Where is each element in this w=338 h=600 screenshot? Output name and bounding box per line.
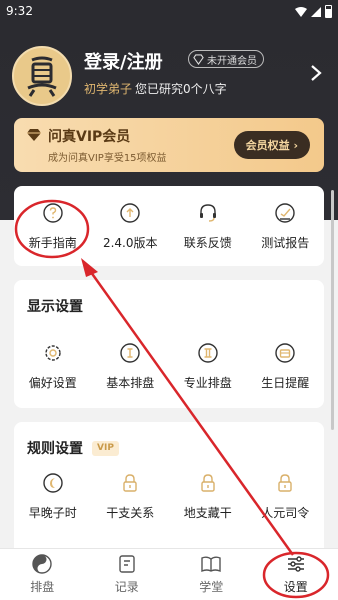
setting-birthday-reminder[interactable]: 生日提醒 <box>247 342 325 391</box>
vip-tag: VIP <box>92 441 119 456</box>
rule-label: 地支藏干 <box>183 506 232 520</box>
setting-label: 基本排盘 <box>106 376 155 390</box>
member-benefits-button[interactable]: 会员权益 › <box>233 131 310 159</box>
quick-link-label: 新手指南 <box>28 236 77 250</box>
avatar[interactable] <box>12 46 72 106</box>
vip-membership-card[interactable]: 问真VIP会员 成为问真VIP享受15项权益 会员权益 › <box>14 118 324 172</box>
tab-label: 记录 <box>114 580 139 594</box>
tab-settings[interactable]: 设置 <box>254 549 338 600</box>
gift-card-icon <box>275 343 295 363</box>
login-register-title[interactable]: 登录/注册 <box>84 48 163 74</box>
lock-icon <box>278 474 292 492</box>
question-circle-icon <box>43 203 63 223</box>
rule-label: 早晚子时 <box>28 506 77 520</box>
vip-diamond-icon <box>27 129 41 141</box>
study-count-text: 您已研究0个八字 <box>135 82 227 96</box>
display-settings-card: 显示设置 偏好设置 基本排盘 专业排盘 生日提醒 <box>14 280 324 408</box>
status-bar: 9:32 <box>0 0 338 24</box>
quick-links-grid: 新手指南 2.4.0版本 联系反馈 测试报告 <box>14 202 324 251</box>
rule-ganzhi-relations[interactable]: 干支关系 <box>92 472 170 521</box>
logo-zhen-icon <box>27 56 57 97</box>
moon-icon <box>43 473 63 493</box>
status-icons <box>295 5 332 18</box>
sliders-icon <box>287 556 304 572</box>
roman-two-icon <box>198 343 218 363</box>
quick-link-label: 测试报告 <box>261 236 310 250</box>
quick-link-version[interactable]: 2.4.0版本 <box>92 202 170 251</box>
user-level: 初学弟子 您已研究0个八字 <box>84 80 227 97</box>
level-name: 初学弟子 <box>84 82 133 96</box>
headset-icon <box>199 204 216 222</box>
lock-icon <box>123 474 137 492</box>
scrollbar-thumb[interactable] <box>331 190 334 430</box>
quick-link-guide[interactable]: 新手指南 <box>14 202 92 251</box>
notes-icon <box>119 555 135 573</box>
quick-link-label: 联系反馈 <box>183 236 232 250</box>
vip-card-title: 问真VIP会员 <box>48 129 131 145</box>
display-settings-title: 显示设置 <box>27 299 83 315</box>
book-icon <box>201 556 221 573</box>
tab-label: 学堂 <box>199 580 224 594</box>
rule-label: 人元司令 <box>261 506 310 520</box>
rule-early-late-zi[interactable]: 早晚子时 <box>14 472 92 521</box>
rule-hidden-stems[interactable]: 地支藏干 <box>169 472 247 521</box>
roman-one-icon <box>120 343 140 363</box>
tab-paipan[interactable]: 排盘 <box>0 549 85 600</box>
rule-settings-card: 规则设置 VIP 早晚子时 干支关系 地支藏干 人元司令 <box>14 422 324 562</box>
quick-link-test-report[interactable]: 测试报告 <box>247 202 325 251</box>
yin-yang-icon <box>32 554 52 574</box>
vip-status-text: 未开通会员 <box>207 55 257 67</box>
setting-label: 专业排盘 <box>183 376 232 390</box>
diamond-icon <box>193 53 204 65</box>
setting-basic-chart[interactable]: 基本排盘 <box>92 342 170 391</box>
tab-label: 设置 <box>283 580 308 594</box>
gear-icon <box>45 345 61 361</box>
chevron-right-icon[interactable] <box>310 64 322 82</box>
vip-status-badge: 未开通会员 <box>188 50 264 68</box>
setting-pro-chart[interactable]: 专业排盘 <box>169 342 247 391</box>
status-time: 9:32 <box>6 4 33 18</box>
rule-renyuan-siling[interactable]: 人元司令 <box>247 472 325 521</box>
quick-link-feedback[interactable]: 联系反馈 <box>169 202 247 251</box>
report-icon <box>275 203 295 223</box>
quick-links-card: 新手指南 2.4.0版本 联系反馈 测试报告 <box>14 186 324 266</box>
rule-settings-title: 规则设置 <box>27 441 83 457</box>
bottom-tab-bar: 排盘 记录 学堂 设置 <box>0 548 338 600</box>
signal-icon <box>311 6 321 17</box>
rule-label: 干支关系 <box>106 506 155 520</box>
setting-label: 生日提醒 <box>261 376 310 390</box>
wifi-icon <box>295 6 307 17</box>
arrow-up-circle-icon <box>120 203 140 223</box>
rule-settings-grid: 早晚子时 干支关系 地支藏干 人元司令 <box>14 472 324 521</box>
display-settings-grid: 偏好设置 基本排盘 专业排盘 生日提醒 <box>14 342 324 391</box>
lock-icon <box>201 474 215 492</box>
vip-card-subtitle: 成为问真VIP享受15项权益 <box>48 153 167 164</box>
setting-label: 偏好设置 <box>28 376 77 390</box>
tab-school[interactable]: 学堂 <box>169 549 254 600</box>
setting-preferences[interactable]: 偏好设置 <box>14 342 92 391</box>
tab-records[interactable]: 记录 <box>85 549 170 600</box>
quick-link-label: 2.4.0版本 <box>102 236 158 250</box>
tab-label: 排盘 <box>30 580 55 594</box>
battery-icon <box>325 5 332 18</box>
